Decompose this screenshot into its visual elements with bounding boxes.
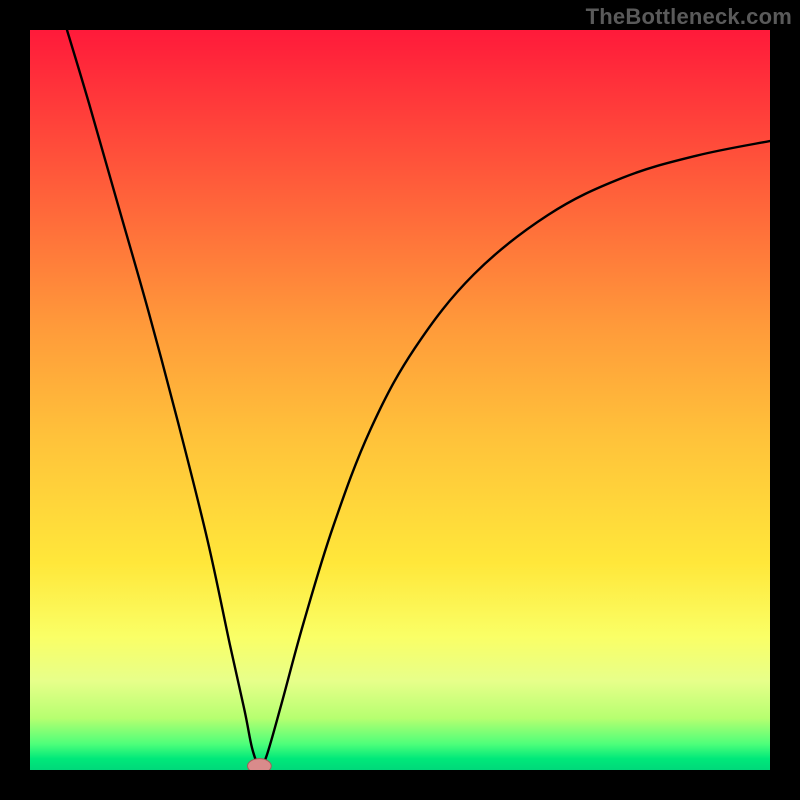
minimum-marker xyxy=(248,759,272,770)
chart-background xyxy=(30,30,770,770)
chart-svg xyxy=(30,30,770,770)
chart-plot-area xyxy=(30,30,770,770)
watermark-text: TheBottleneck.com xyxy=(586,4,792,30)
chart-frame: TheBottleneck.com xyxy=(0,0,800,800)
